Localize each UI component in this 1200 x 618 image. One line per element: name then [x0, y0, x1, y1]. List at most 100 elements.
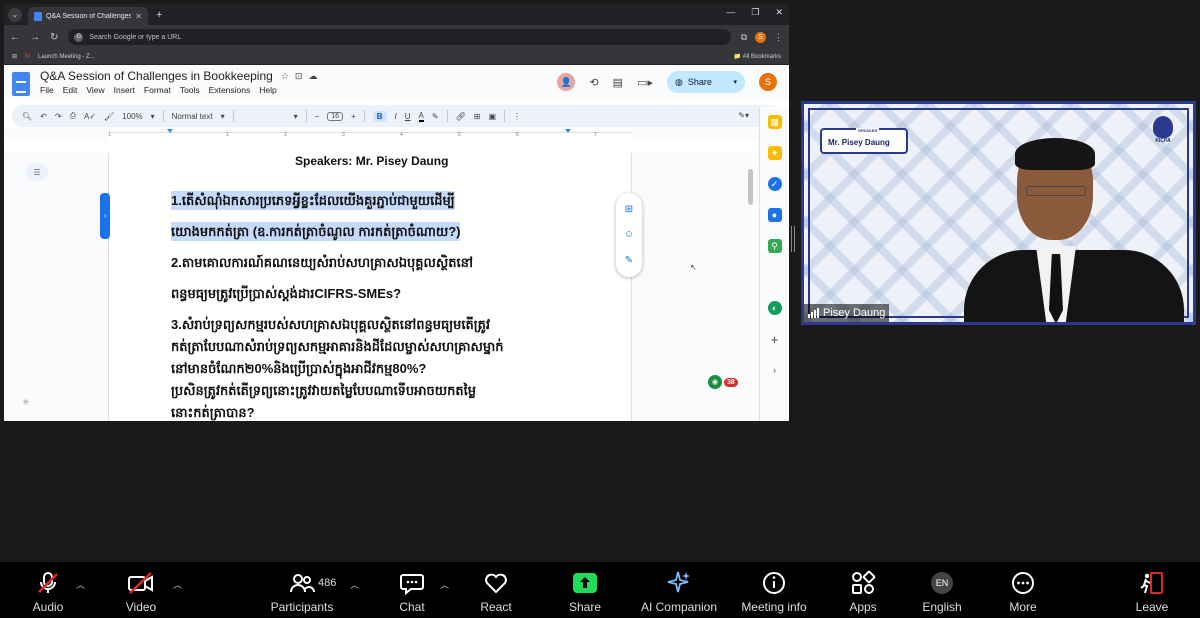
- highlight-icon[interactable]: ✎: [432, 112, 439, 121]
- video-options-chevron-icon[interactable]: ︿: [173, 578, 182, 591]
- contacts-icon[interactable]: ●: [767, 208, 782, 222]
- back-icon[interactable]: ←: [10, 32, 20, 43]
- maps-icon[interactable]: ⚲: [767, 239, 782, 253]
- document-outline-icon[interactable]: ☰: [26, 163, 48, 181]
- question-2-line-2[interactable]: ពន្ធមធ្យមត្រូវប្រើប្រាស់ស្តង់ដារCIFRS-SM…: [171, 286, 401, 305]
- browser-menu-icon[interactable]: ⋮: [774, 32, 783, 43]
- font-size-input[interactable]: 16: [327, 111, 344, 121]
- meet-icon[interactable]: ▭▸: [637, 76, 653, 89]
- video-button[interactable]: Video: [101, 570, 181, 614]
- document-page[interactable]: Speakers: Mr. Pisey Daung 1.តើសំណុំឯកសារ…: [108, 153, 632, 421]
- bold-icon[interactable]: B: [372, 110, 387, 122]
- menu-item-extensions[interactable]: Extensions: [209, 85, 251, 95]
- question-3-line-3[interactable]: នៅមានចំណែក២0%និងប្រើប្រាស់ក្នុងអាជីវកម្ម…: [171, 361, 426, 380]
- editing-mode-icon[interactable]: ✎▾: [738, 111, 749, 122]
- close-tab-icon[interactable]: ✕: [135, 12, 142, 21]
- apps-button[interactable]: Apps: [823, 570, 903, 614]
- text-color-icon[interactable]: A: [418, 111, 424, 122]
- menu-item-view[interactable]: View: [86, 85, 104, 95]
- bookmark-meeting[interactable]: Launch Meeting - Z...: [38, 54, 95, 60]
- collaborator-avatar[interactable]: 👤: [557, 73, 576, 91]
- menu-item-help[interactable]: Help: [259, 85, 276, 95]
- share-screen-button[interactable]: Share: [545, 570, 625, 614]
- undo-icon[interactable]: ↶: [40, 112, 47, 121]
- meeting-info-button[interactable]: Meeting info: [734, 570, 814, 614]
- redo-icon[interactable]: ↷: [55, 112, 62, 121]
- profile-avatar[interactable]: S: [755, 31, 766, 43]
- chevron-down-icon[interactable]: ▾: [733, 78, 737, 86]
- print-icon[interactable]: ⎙: [70, 111, 76, 121]
- suggest-edits-icon[interactable]: ✎: [625, 255, 633, 266]
- split-view-handle[interactable]: [791, 226, 795, 252]
- document-title[interactable]: Q&A Session of Challenges in Bookkeeping: [40, 69, 273, 83]
- question-3-line-4[interactable]: ប្រសិនត្រូវកត់តើទ្រព្យនោះត្រូវវាយតម្លៃបែ…: [171, 383, 476, 402]
- expand-tabs-icon[interactable]: ›: [100, 193, 110, 239]
- move-folder-icon[interactable]: ⊡: [295, 71, 303, 82]
- calendar-icon[interactable]: ▦: [767, 115, 782, 129]
- paint-format-icon[interactable]: 🖌︎: [104, 112, 114, 121]
- question-1-line-1[interactable]: 1.តើសំណុំឯកសារប្រភេទអ្វីខ្លះដែលយើងគួរភ្ជ…: [171, 191, 455, 212]
- zoom-select[interactable]: 100%: [122, 112, 142, 121]
- increase-font-icon[interactable]: +: [351, 112, 356, 121]
- leave-button[interactable]: Leave: [1112, 570, 1192, 614]
- minimize-icon[interactable]: —: [726, 7, 735, 18]
- question-1-line-2[interactable]: យោងមកកត់ត្រា (ឧ.ការកត់ត្រាចំណូល ការកត់ត្…: [171, 222, 461, 243]
- notification-badge[interactable]: ◉ 38: [708, 375, 738, 389]
- menu-item-insert[interactable]: Insert: [114, 85, 135, 95]
- style-chevron-icon[interactable]: ▾: [221, 112, 225, 121]
- tasks-icon[interactable]: ✓: [767, 177, 782, 191]
- question-3-line-2[interactable]: កត់ត្រាបែបណាសំរាប់ទ្រព្យសកម្មអាគារនិងដីដ…: [171, 339, 504, 358]
- chat-button[interactable]: Chat: [372, 570, 452, 614]
- menu-item-edit[interactable]: Edit: [63, 85, 78, 95]
- google-docs-icon[interactable]: [12, 72, 30, 96]
- right-indent-marker[interactable]: [565, 129, 571, 133]
- more-tools-icon[interactable]: ⋮: [513, 112, 521, 121]
- search-menus-icon[interactable]: 🔍︎: [22, 112, 32, 121]
- omnibox[interactable]: G Search Google or type a URL: [68, 29, 731, 45]
- chat-options-chevron-icon[interactable]: ︿: [440, 578, 449, 591]
- menu-item-file[interactable]: File: [40, 85, 54, 95]
- participants-options-chevron-icon[interactable]: ︿: [350, 578, 359, 591]
- explore-icon[interactable]: ✳: [22, 397, 30, 408]
- font-chevron-icon[interactable]: ▾: [294, 112, 298, 121]
- reload-icon[interactable]: ↻: [50, 32, 58, 43]
- underline-icon[interactable]: U: [405, 112, 411, 121]
- add-emoji-icon[interactable]: ☺: [624, 229, 634, 240]
- left-indent-marker[interactable]: [167, 129, 173, 133]
- apps-grid-icon[interactable]: ⊞: [12, 53, 17, 60]
- question-3-line-5[interactable]: នោះកត់ត្រាបាន?: [171, 405, 255, 421]
- audio-options-chevron-icon[interactable]: ︿: [76, 578, 85, 591]
- language-button[interactable]: EN English: [902, 570, 982, 614]
- menu-item-format[interactable]: Format: [144, 85, 171, 95]
- style-select[interactable]: Normal text: [172, 112, 213, 121]
- addon-icon[interactable]: ◐: [767, 301, 782, 315]
- account-avatar[interactable]: S: [759, 73, 777, 91]
- question-2-line-1[interactable]: 2.តាមគោលការណ៍គណនេយ្យសំរាប់សហគ្រាសឯបុគ្គល…: [171, 255, 473, 274]
- keep-icon[interactable]: ✦: [767, 146, 782, 160]
- new-tab-icon[interactable]: +: [156, 9, 162, 21]
- menu-item-tools[interactable]: Tools: [180, 85, 200, 95]
- all-bookmarks[interactable]: 📁 All Bookmarks: [734, 53, 781, 60]
- get-addons-icon[interactable]: +: [768, 332, 782, 347]
- insert-image-icon[interactable]: ▣: [488, 112, 496, 121]
- audio-button[interactable]: Audio: [8, 570, 88, 614]
- question-3-line-1[interactable]: 3.សំរាប់ទ្រព្យសកម្មរបស់សហគ្រាសឯបុគ្គលស្ថ…: [171, 317, 490, 336]
- cloud-status-icon[interactable]: ☁: [308, 71, 317, 82]
- italic-icon[interactable]: I: [395, 112, 397, 121]
- maximize-icon[interactable]: ❐: [751, 7, 759, 18]
- version-history-icon[interactable]: ⟲: [589, 76, 598, 89]
- share-button[interactable]: ◍ Share ▾: [667, 71, 745, 93]
- star-icon[interactable]: ☆: [281, 71, 289, 82]
- add-comment-icon[interactable]: ⊞: [625, 204, 633, 215]
- tab-search-icon[interactable]: ⌄: [8, 7, 22, 22]
- zoom-chevron-icon[interactable]: ▾: [151, 112, 155, 121]
- more-button[interactable]: More: [983, 570, 1063, 614]
- forward-icon[interactable]: →: [30, 32, 40, 43]
- vertical-scrollbar[interactable]: [748, 169, 753, 205]
- browser-tab[interactable]: Q&A Session of Challenges in ✕: [28, 7, 148, 25]
- show-side-panel-icon[interactable]: ›: [768, 363, 782, 377]
- extensions-icon[interactable]: ⧉: [741, 32, 747, 43]
- react-button[interactable]: React: [456, 570, 536, 614]
- ai-companion-button[interactable]: AI Companion: [639, 570, 719, 614]
- close-window-icon[interactable]: ✕: [775, 7, 783, 18]
